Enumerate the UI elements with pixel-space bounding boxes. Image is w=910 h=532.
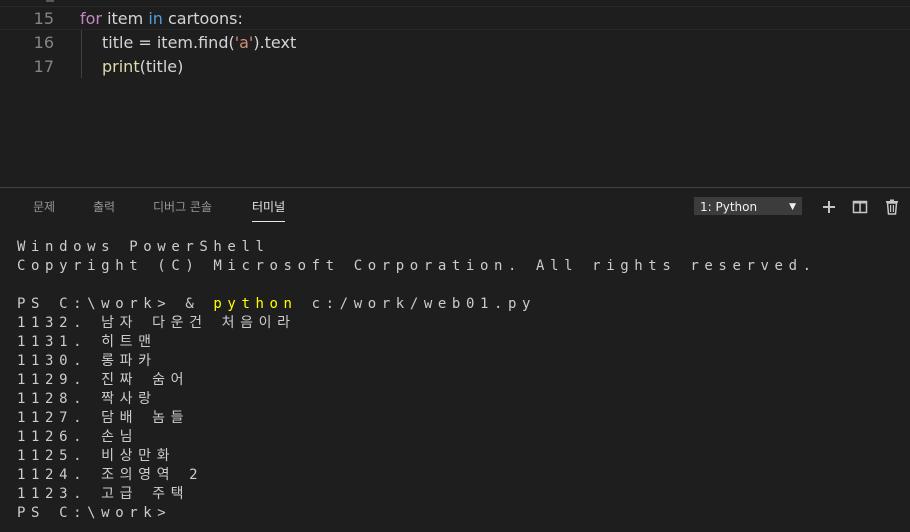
terminal-line: 1130. 롱파카	[17, 353, 157, 369]
terminal-selector-value: 1: Python	[700, 200, 758, 214]
terminal-line: 1127. 담배 놈들	[17, 410, 190, 426]
keyword-in: in	[148, 9, 163, 28]
bottom-panel: 문제 출력 디버그 콘솔 터미널 1: Python ▼ Windows Pow…	[0, 187, 910, 532]
code-editor[interactable]: 15 for item in cartoons: 16 title = item…	[0, 0, 910, 187]
scroll-indicator	[46, 0, 54, 2]
terminal-line: 1123. 고급 주택	[17, 486, 190, 502]
keyword-for: for	[80, 9, 102, 28]
chevron-down-icon: ▼	[789, 202, 796, 212]
terminal-line: Copyright (C) Microsoft Corporation. All…	[17, 258, 817, 274]
tab-terminal[interactable]: 터미널	[252, 198, 286, 222]
code-text: for item in cartoons:	[80, 7, 243, 31]
command-args: c:/work/web01.py	[297, 296, 537, 312]
code-token: item	[102, 9, 149, 28]
terminal-output[interactable]: Windows PowerShell Copyright (C) Microso…	[17, 238, 897, 523]
tab-output[interactable]: 출력	[93, 198, 115, 221]
code-text: title = item.find('a').text	[102, 31, 296, 55]
terminal-line: 1128. 짝사랑	[17, 391, 157, 407]
trash-icon[interactable]	[883, 198, 901, 216]
line-number: 15	[33, 9, 54, 28]
terminal-line: 1124. 조의영역 2	[17, 467, 204, 483]
code-token: title = item.find(	[102, 33, 235, 52]
terminal-selector[interactable]: 1: Python ▼	[694, 197, 802, 215]
terminal-command-line: PS C:\work> & python c:/work/web01.py	[17, 295, 897, 314]
prompt: PS C:\work> &	[17, 296, 214, 312]
code-text: print(title)	[102, 55, 183, 79]
code-line-15[interactable]: 15 for item in cartoons:	[0, 6, 910, 30]
code-token: cartoons:	[162, 9, 243, 28]
tab-debug-console[interactable]: 디버그 콘솔	[153, 198, 212, 221]
terminal-line: 1129. 진짜 숨어	[17, 372, 190, 388]
terminal-line: Windows PowerShell	[17, 239, 270, 255]
code-token: ).text	[253, 33, 297, 52]
panel-tab-bar: 문제 출력 디버그 콘솔 터미널 1: Python ▼	[0, 188, 910, 226]
terminal-line: 1125. 비상만화	[17, 448, 176, 464]
string-literal: 'a'	[234, 33, 254, 52]
function-print: print	[102, 57, 140, 76]
line-number: 16	[33, 33, 54, 52]
code-token: (title)	[139, 57, 184, 76]
tab-problems[interactable]: 문제	[33, 198, 55, 221]
code-line-17[interactable]: 17 print(title)	[0, 55, 910, 79]
line-number: 17	[33, 57, 54, 76]
terminal-line: 1126. 손님	[17, 429, 139, 445]
terminal-prompt: PS C:\work>	[17, 505, 172, 521]
terminal-line: 1132. 남자 다운건 처음이라	[17, 315, 296, 331]
plus-icon[interactable]	[820, 198, 838, 216]
terminal-line: 1131. 히트맨	[17, 334, 157, 350]
command-program: python	[213, 296, 298, 312]
split-icon[interactable]	[851, 198, 869, 216]
code-line-16[interactable]: 16 title = item.find('a').text	[0, 31, 910, 55]
